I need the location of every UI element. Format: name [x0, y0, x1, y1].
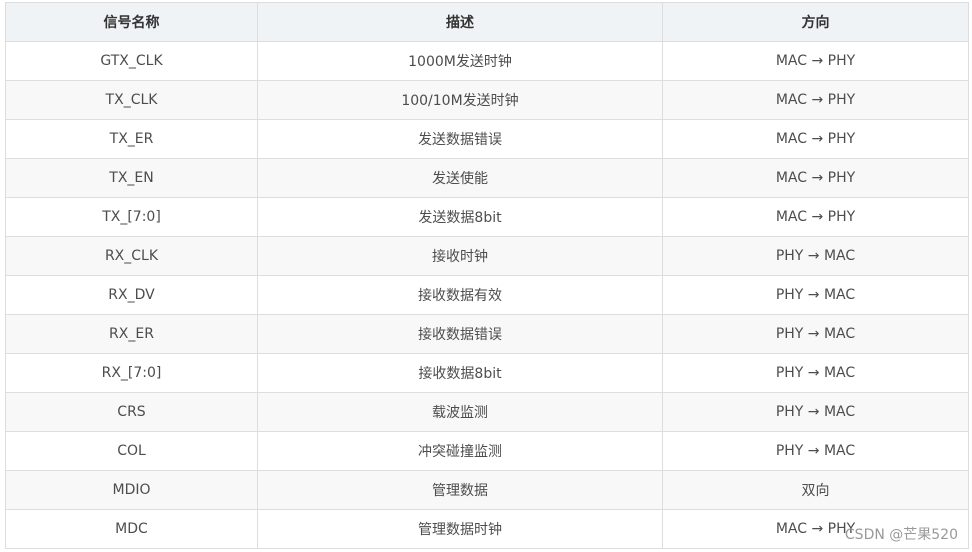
table-row: MDIO 管理数据 双向	[5, 470, 969, 510]
table-row: RX_ER 接收数据错误 PHY → MAC	[5, 314, 969, 354]
table-row: RX_CLK 接收时钟 PHY → MAC	[5, 236, 969, 276]
table-container: 信号名称 描述 方向 GTX_CLK 1000M发送时钟 MAC → PHY TX_C…	[5, 2, 969, 549]
signal-name-cell: TX_[7:0]	[5, 197, 258, 237]
direction-cell: MAC → PHY	[662, 80, 969, 120]
description-cell: 接收数据有效	[257, 275, 663, 315]
description-cell: 发送使能	[257, 158, 663, 198]
signal-name-cell: MDC	[5, 509, 258, 549]
signal-name-cell: RX_ER	[5, 314, 258, 354]
direction-cell: 双向	[662, 470, 969, 510]
direction-cell: PHY → MAC	[662, 314, 969, 354]
table-row: TX_[7:0] 发送数据8bit MAC → PHY	[5, 197, 969, 237]
table-body: GTX_CLK 1000M发送时钟 MAC → PHY TX_CLK 100/10M发送…	[5, 41, 969, 549]
description-cell: 接收时钟	[257, 236, 663, 276]
description-cell: 管理数据时钟	[257, 509, 663, 549]
signal-name-cell: MDIO	[5, 470, 258, 510]
table-row: CRS 载波监测 PHY → MAC	[5, 392, 969, 432]
description-cell: 发送数据8bit	[257, 197, 663, 237]
direction-cell: MAC → PHY	[662, 41, 969, 81]
description-cell: 接收数据错误	[257, 314, 663, 354]
direction-cell: PHY → MAC	[662, 236, 969, 276]
table-header-row: 信号名称 描述 方向	[5, 2, 969, 42]
signal-name-cell: RX_CLK	[5, 236, 258, 276]
signal-name-cell: RX_[7:0]	[5, 353, 258, 393]
direction-cell: MAC → PHY	[662, 197, 969, 237]
description-cell: 1000M发送时钟	[257, 41, 663, 81]
signal-name-cell: CRS	[5, 392, 258, 432]
header-signal-name: 信号名称	[5, 2, 258, 42]
description-cell: 发送数据错误	[257, 119, 663, 159]
header-description: 描述	[257, 2, 663, 42]
description-cell: 100/10M发送时钟	[257, 80, 663, 120]
header-direction: 方向	[662, 2, 969, 42]
direction-cell: PHY → MAC	[662, 275, 969, 315]
table-row: TX_EN 发送使能 MAC → PHY	[5, 158, 969, 198]
description-cell: 接收数据8bit	[257, 353, 663, 393]
signal-name-cell: COL	[5, 431, 258, 471]
signal-name-cell: GTX_CLK	[5, 41, 258, 81]
signal-name-cell: TX_CLK	[5, 80, 258, 120]
signal-table: 信号名称 描述 方向 GTX_CLK 1000M发送时钟 MAC → PHY TX_C…	[5, 2, 969, 549]
table-row: RX_DV 接收数据有效 PHY → MAC	[5, 275, 969, 315]
watermark: CSDN @芒果520	[844, 527, 958, 543]
table-row: TX_ER 发送数据错误 MAC → PHY	[5, 119, 969, 159]
direction-cell: PHY → MAC	[662, 392, 969, 432]
signal-name-cell: TX_EN	[5, 158, 258, 198]
signal-name-cell: RX_DV	[5, 275, 258, 315]
direction-cell: PHY → MAC	[662, 431, 969, 471]
direction-cell: MAC → PHY	[662, 119, 969, 159]
table-row: TX_CLK 100/10M发送时钟 MAC → PHY	[5, 80, 969, 120]
table-row: MDC 管理数据时钟 MAC → PHY	[5, 509, 969, 549]
table-row: GTX_CLK 1000M发送时钟 MAC → PHY	[5, 41, 969, 81]
table-row: COL 冲突碰撞监测 PHY → MAC	[5, 431, 969, 471]
description-cell: 冲突碰撞监测	[257, 431, 663, 471]
table-row: RX_[7:0] 接收数据8bit PHY → MAC	[5, 353, 969, 393]
description-cell: 载波监测	[257, 392, 663, 432]
description-cell: 管理数据	[257, 470, 663, 510]
direction-cell: PHY → MAC	[662, 353, 969, 393]
direction-cell: MAC → PHY	[662, 158, 969, 198]
signal-name-cell: TX_ER	[5, 119, 258, 159]
